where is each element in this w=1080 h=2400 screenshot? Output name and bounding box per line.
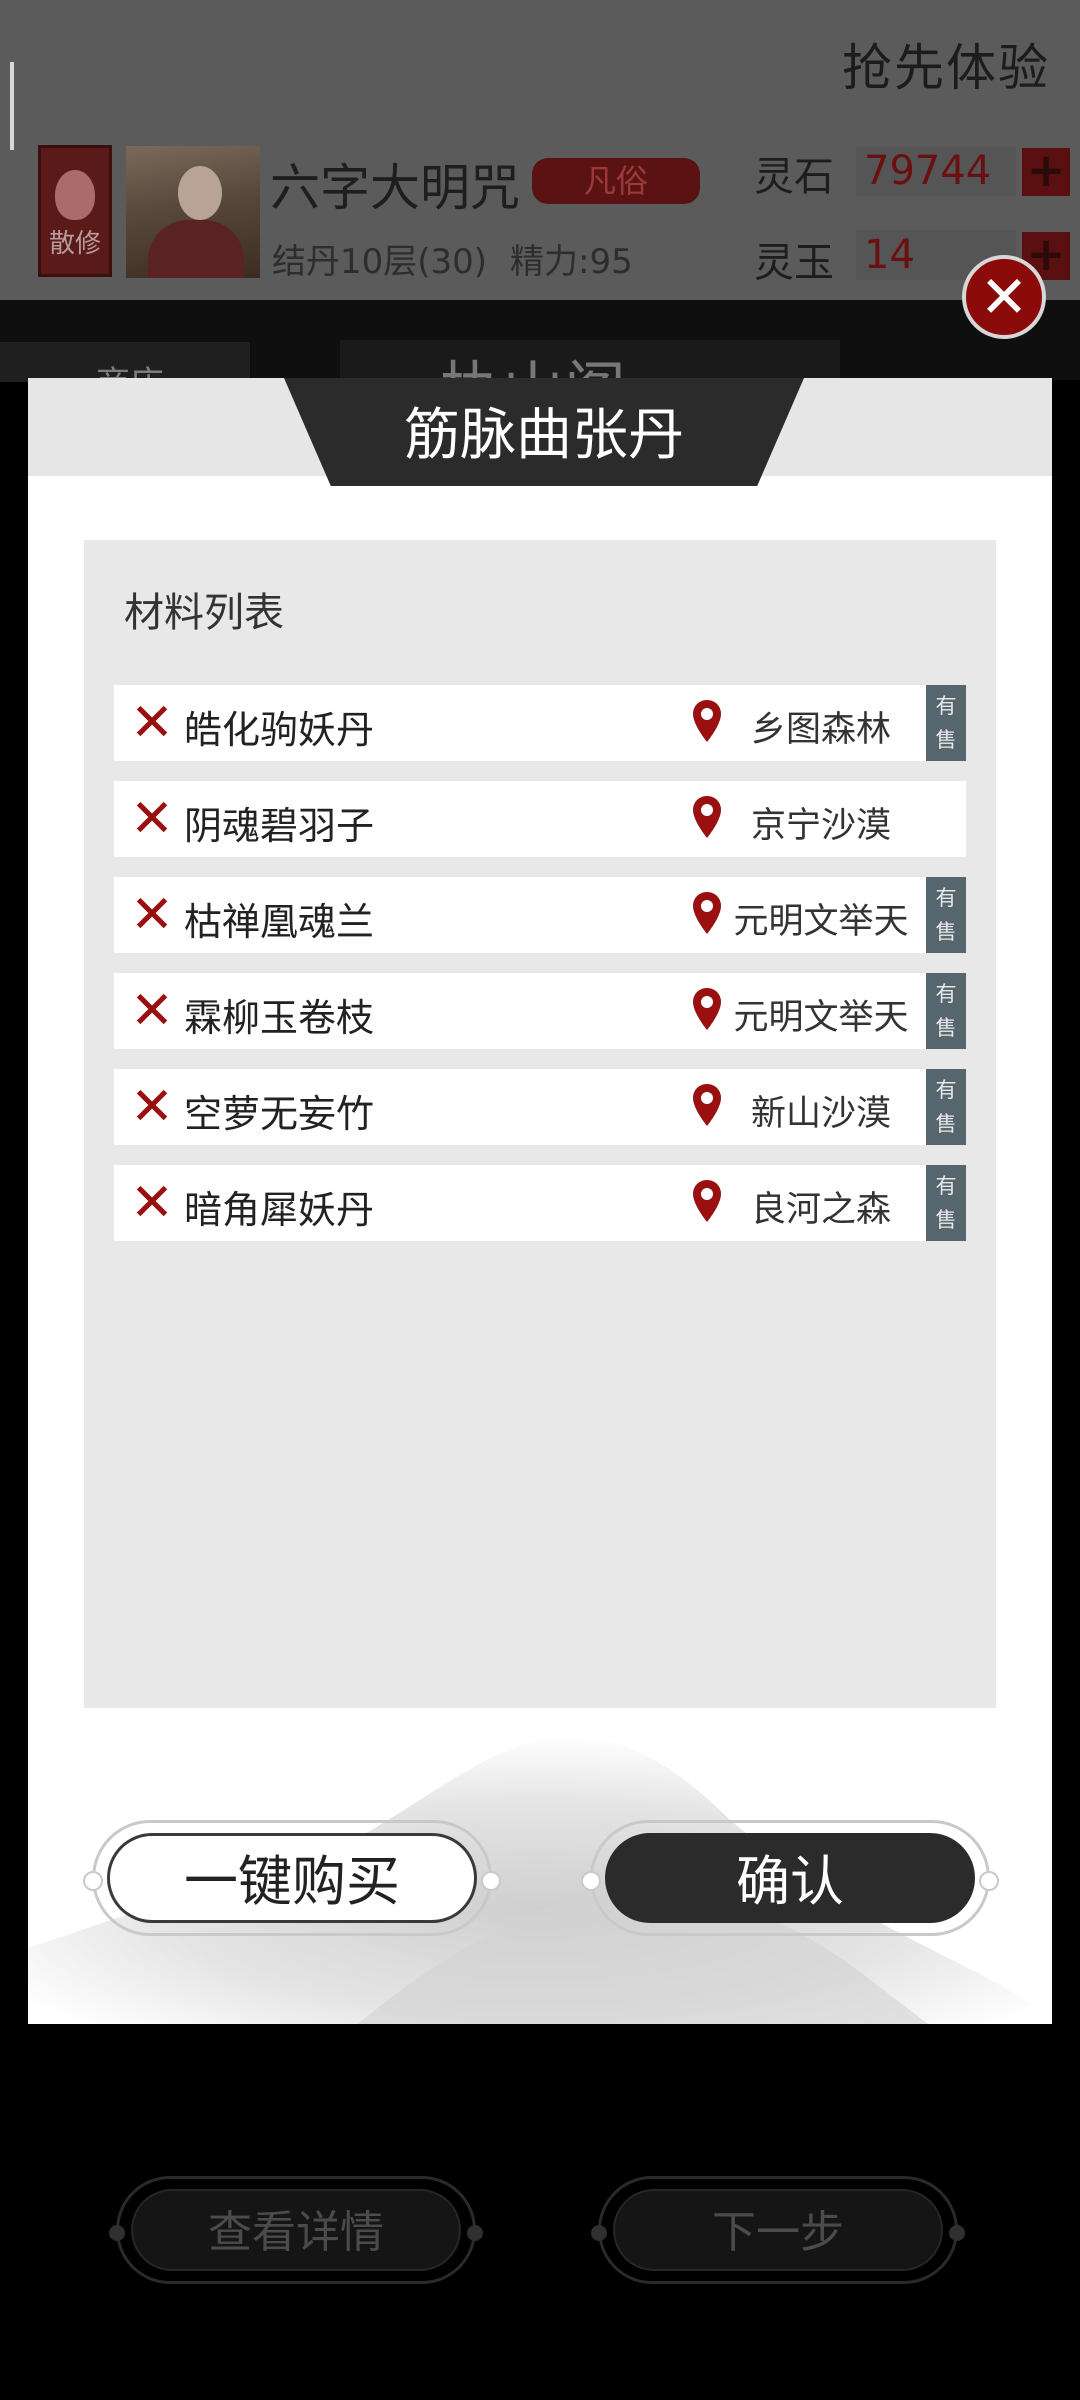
buy-all-button[interactable]: 一键购买 bbox=[83, 1820, 501, 1936]
button-ornament bbox=[949, 2225, 965, 2241]
button-ornament bbox=[979, 1871, 999, 1891]
on-sale-tag-line2: 售 bbox=[935, 1112, 957, 1136]
close-icon[interactable]: ✕ bbox=[962, 255, 1046, 339]
spirit-stone-value: 79744 bbox=[856, 146, 1016, 196]
next-step-button[interactable]: 下一步 bbox=[591, 2176, 965, 2284]
edge-indicator bbox=[10, 62, 14, 150]
button-ornament bbox=[109, 2225, 125, 2241]
material-name: 霖柳玉卷枝 bbox=[184, 996, 375, 1040]
material-location[interactable]: 京宁沙漠 bbox=[728, 797, 914, 848]
button-ornament bbox=[83, 1871, 103, 1891]
on-sale-tag-line1: 有 bbox=[935, 694, 957, 718]
on-sale-tag[interactable]: 有售 bbox=[926, 1165, 966, 1241]
material-location[interactable]: 乡图森林 bbox=[728, 701, 914, 752]
on-sale-tag[interactable]: 有售 bbox=[926, 685, 966, 761]
view-details-button[interactable]: 查看详情 bbox=[109, 2176, 483, 2284]
on-sale-tag-line2: 售 bbox=[935, 1016, 957, 1040]
on-sale-tag[interactable]: 有售 bbox=[926, 973, 966, 1049]
player-name: 六字大明咒 bbox=[270, 159, 520, 217]
material-row[interactable]: ✕ 空萝无妄竹 新山沙漠有售 bbox=[114, 1069, 966, 1145]
cultivation-level: 结丹10层(30) bbox=[272, 242, 488, 282]
on-sale-tag-line2: 售 bbox=[935, 728, 957, 752]
on-sale-tag-line1: 有 bbox=[935, 886, 957, 910]
material-name: 暗角犀妖丹 bbox=[184, 1188, 375, 1232]
lotus-icon bbox=[55, 170, 95, 220]
material-row[interactable]: ✕ 阴魂碧羽子 京宁沙漠 bbox=[114, 781, 966, 857]
energy-value: 精力:95 bbox=[510, 242, 633, 282]
missing-cross-icon: ✕ bbox=[130, 1077, 174, 1137]
missing-cross-icon: ✕ bbox=[130, 981, 174, 1041]
location-pin-icon[interactable] bbox=[692, 891, 722, 935]
missing-cross-icon: ✕ bbox=[130, 885, 174, 945]
add-spirit-stone-button[interactable]: + bbox=[1022, 147, 1070, 196]
early-access-label: 抢先体验 bbox=[842, 39, 1050, 97]
material-location[interactable]: 良河之森 bbox=[728, 1181, 914, 1232]
sect-badge-label: 散修 bbox=[48, 229, 101, 259]
top-status-bar: 抢先体验 散修 六字大明咒 凡俗 结丹10层(30) 精力:95 灵石 7974… bbox=[0, 0, 1080, 300]
material-location[interactable]: 新山沙漠 bbox=[728, 1085, 914, 1136]
confirm-label: 确认 bbox=[605, 1833, 975, 1923]
spirit-stone-label: 灵石 bbox=[754, 154, 834, 200]
recipe-dialog: 筋脉曲张丹 材料列表 ✕ 皓化驹妖丹 乡图森林有售 ✕ 阴魂碧羽子 京宁沙漠 ✕ 枯禅凰魂兰元… bbox=[28, 378, 1052, 2024]
next-step-label: 下一步 bbox=[613, 2189, 943, 2271]
material-name: 空萝无妄竹 bbox=[184, 1092, 375, 1136]
material-row[interactable]: ✕ 暗角犀妖丹 良河之森有售 bbox=[114, 1165, 966, 1241]
button-ornament bbox=[591, 2225, 607, 2241]
on-sale-tag-line2: 售 bbox=[935, 1208, 957, 1232]
avatar-body bbox=[148, 220, 244, 278]
missing-cross-icon: ✕ bbox=[130, 693, 174, 753]
material-name: 皓化驹妖丹 bbox=[184, 708, 375, 752]
buy-all-label: 一键购买 bbox=[107, 1833, 477, 1923]
material-name: 阴魂碧羽子 bbox=[184, 804, 375, 848]
on-sale-tag-line1: 有 bbox=[935, 1174, 957, 1198]
on-sale-tag-line2: 售 bbox=[935, 920, 957, 944]
avatar-face bbox=[178, 166, 222, 220]
on-sale-tag[interactable]: 有售 bbox=[926, 1069, 966, 1145]
location-pin-icon[interactable] bbox=[692, 987, 722, 1031]
button-ornament bbox=[481, 1871, 501, 1891]
material-location[interactable]: 元明文举天 bbox=[728, 989, 914, 1040]
dialog-title: 筋脉曲张丹 bbox=[404, 403, 684, 468]
view-details-label: 查看详情 bbox=[131, 2189, 461, 2271]
material-row[interactable]: ✕ 皓化驹妖丹 乡图森林有售 bbox=[114, 685, 966, 761]
missing-cross-icon: ✕ bbox=[130, 789, 174, 849]
on-sale-tag[interactable]: 有售 bbox=[926, 877, 966, 953]
materials-heading: 材料列表 bbox=[124, 590, 284, 636]
location-pin-icon[interactable] bbox=[692, 699, 722, 743]
confirm-button[interactable]: 确认 bbox=[581, 1820, 999, 1936]
button-ornament bbox=[467, 2225, 483, 2241]
on-sale-tag-line1: 有 bbox=[935, 1078, 957, 1102]
material-row[interactable]: ✕ 霖柳玉卷枝 元明文举天有售 bbox=[114, 973, 966, 1049]
on-sale-tag-line1: 有 bbox=[935, 982, 957, 1006]
location-pin-icon[interactable] bbox=[692, 795, 722, 839]
spirit-jade-label: 灵玉 bbox=[754, 240, 834, 286]
game-screen: 抢先体验 散修 六字大明咒 凡俗 结丹10层(30) 精力:95 灵石 7974… bbox=[0, 0, 1080, 2400]
location-pin-icon[interactable] bbox=[692, 1083, 722, 1127]
material-name: 枯禅凰魂兰 bbox=[184, 900, 375, 944]
sect-badge[interactable]: 散修 bbox=[38, 145, 112, 277]
button-ornament bbox=[581, 1871, 601, 1891]
avatar[interactable] bbox=[126, 146, 260, 278]
rank-badge: 凡俗 bbox=[532, 158, 700, 204]
material-location[interactable]: 元明文举天 bbox=[728, 893, 914, 944]
missing-cross-icon: ✕ bbox=[130, 1173, 174, 1233]
materials-panel: 材料列表 ✕ 皓化驹妖丹 乡图森林有售 ✕ 阴魂碧羽子 京宁沙漠 ✕ 枯禅凰魂兰 元明文举天有售… bbox=[84, 540, 996, 1708]
material-row[interactable]: ✕ 枯禅凰魂兰 元明文举天有售 bbox=[114, 877, 966, 953]
location-pin-icon[interactable] bbox=[692, 1179, 722, 1223]
